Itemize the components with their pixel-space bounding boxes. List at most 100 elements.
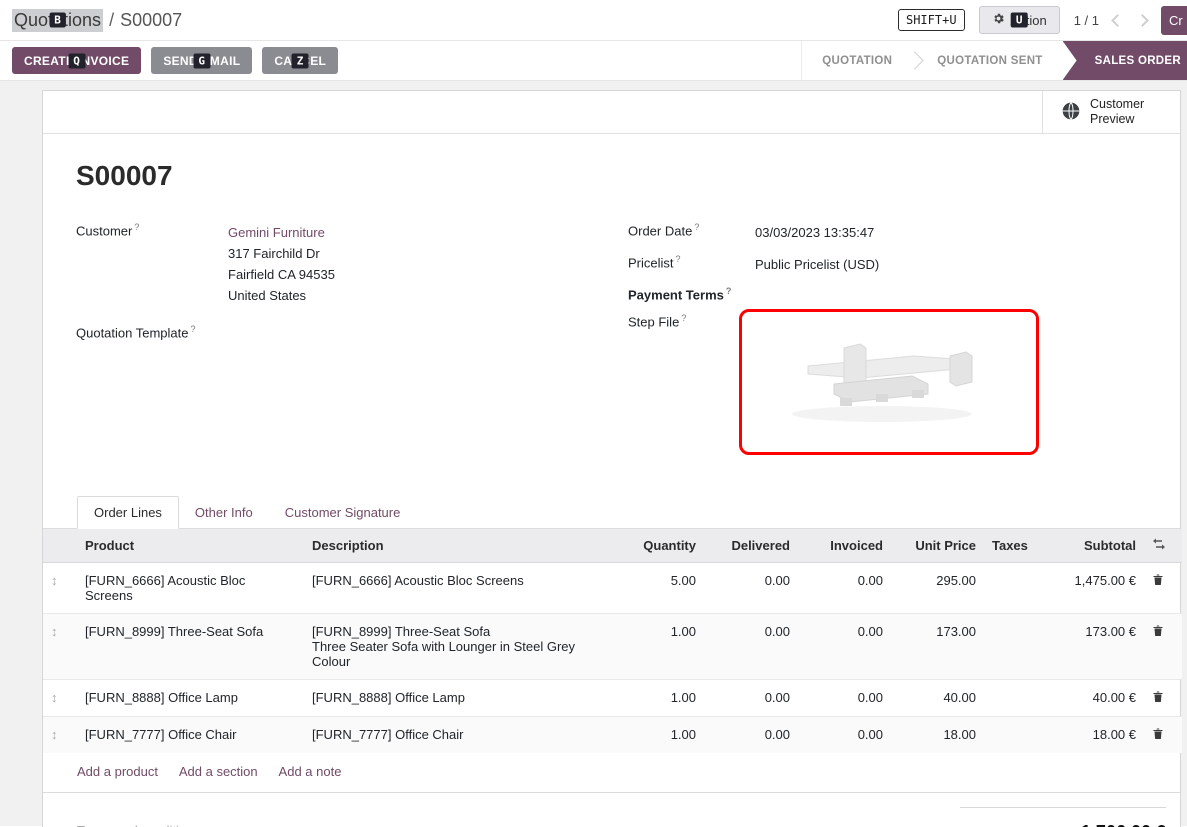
table-row[interactable]: ↕ [FURN_8888] Office Lamp [FURN_8888] Of… — [43, 680, 1182, 717]
step-file-3d-render — [764, 332, 1014, 432]
sale-order-sheet: Customer Preview S00007 Customer? Gemini… — [42, 90, 1181, 827]
cell-unit-price[interactable]: 40.00 — [891, 680, 984, 717]
delete-row-icon[interactable] — [1152, 624, 1164, 640]
cell-description[interactable]: [FURN_8999] Three-Seat Sofa Three Seater… — [304, 614, 612, 680]
cell-delivered[interactable]: 0.00 — [704, 563, 798, 614]
step-file-label: Step File? — [628, 313, 755, 329]
cell-taxes[interactable] — [984, 563, 1042, 614]
add-a-product-link[interactable]: Add a product — [77, 764, 158, 779]
stage-sales-order[interactable]: SALES ORDER — [1063, 41, 1187, 80]
step-file-image[interactable] — [739, 309, 1039, 455]
cell-unit-price[interactable]: 18.00 — [891, 717, 984, 754]
pager-previous-icon[interactable] — [1111, 14, 1124, 27]
action-menu-button[interactable]: Action U — [979, 6, 1060, 34]
field-step-file: Step File? — [628, 313, 1140, 455]
stage-quotation-sent[interactable]: QUOTATION SENT — [917, 41, 1062, 80]
table-row[interactable]: ↕ [FURN_8999] Three-Seat Sofa [FURN_8999… — [43, 614, 1182, 680]
cell-quantity[interactable]: 1.00 — [612, 614, 704, 680]
customer-name-link[interactable]: Gemini Furniture — [228, 222, 335, 243]
order-lines-table: Product Description Quantity Delivered I… — [43, 529, 1182, 753]
cell-invoiced[interactable]: 0.00 — [798, 717, 891, 754]
drag-handle-icon[interactable]: ↕ — [51, 690, 58, 705]
drag-handle-icon[interactable]: ↕ — [51, 573, 58, 588]
hotkey-badge-send-email: G — [193, 53, 210, 68]
header-description[interactable]: Description — [304, 529, 612, 563]
table-row[interactable]: ↕ [FURN_6666] Acoustic Bloc Screens [FUR… — [43, 563, 1182, 614]
statusbar: QUOTATION QUOTATION SENT SALES ORDER — [801, 41, 1187, 80]
drag-handle-icon[interactable]: ↕ — [51, 727, 58, 742]
customer-label: Customer? — [76, 222, 228, 238]
cell-description[interactable]: [FURN_8888] Office Lamp — [304, 680, 612, 717]
breadcrumb: Quotations B / S00007 — [12, 9, 182, 32]
add-a-section-link[interactable]: Add a section — [179, 764, 258, 779]
cell-delivered[interactable]: 0.00 — [704, 614, 798, 680]
cell-description[interactable]: [FURN_7777] Office Chair — [304, 717, 612, 754]
cell-taxes[interactable] — [984, 680, 1042, 717]
hotkey-badge-action: U — [1011, 13, 1028, 28]
cell-description[interactable]: [FURN_6666] Acoustic Bloc Screens — [304, 563, 612, 614]
help-icon: ? — [191, 324, 196, 334]
corner-button[interactable]: Cr — [1161, 6, 1187, 35]
header-delivered[interactable]: Delivered — [704, 529, 798, 563]
tab-other-info[interactable]: Other Info — [179, 497, 269, 528]
delete-row-icon[interactable] — [1152, 690, 1164, 706]
header-product[interactable]: Product — [77, 529, 304, 563]
pager-next-icon[interactable] — [1136, 14, 1149, 27]
header-handle — [43, 529, 77, 563]
cell-product[interactable]: [FURN_6666] Acoustic Bloc Screens — [77, 563, 304, 614]
cell-unit-price[interactable]: 173.00 — [891, 614, 984, 680]
cell-quantity[interactable]: 1.00 — [612, 717, 704, 754]
header-unit-price[interactable]: Unit Price — [891, 529, 984, 563]
drag-handle-icon[interactable]: ↕ — [51, 624, 58, 639]
table-add-links: Add a product Add a section Add a note — [43, 753, 1180, 793]
stage-quotation[interactable]: QUOTATION — [802, 41, 912, 80]
delete-row-icon[interactable] — [1152, 727, 1164, 743]
cell-taxes[interactable] — [984, 614, 1042, 680]
cell-subtotal: 18.00 € — [1042, 717, 1144, 754]
cell-quantity[interactable]: 1.00 — [612, 680, 704, 717]
cell-invoiced[interactable]: 0.00 — [798, 614, 891, 680]
table-row[interactable]: ↕ [FURN_7777] Office Chair [FURN_7777] O… — [43, 717, 1182, 754]
terms-and-conditions-input[interactable]: Terms and conditions... — [77, 807, 211, 827]
header-taxes[interactable]: Taxes — [984, 529, 1042, 563]
cell-unit-price[interactable]: 295.00 — [891, 563, 984, 614]
field-quotation-template: Quotation Template? — [76, 324, 608, 340]
total-value: 1,706.00 € — [1081, 822, 1166, 827]
order-date-value[interactable]: 03/03/2023 13:35:47 — [755, 222, 874, 243]
cell-delivered[interactable]: 0.00 — [704, 717, 798, 754]
breadcrumb-quotations-link[interactable]: Quotations B — [12, 9, 103, 32]
tab-order-lines[interactable]: Order Lines — [77, 496, 179, 529]
delete-row-icon[interactable] — [1152, 573, 1164, 589]
notebook-tabs: Order Lines Other Info Customer Signatur… — [43, 496, 1180, 529]
order-date-label: Order Date? — [628, 222, 755, 238]
send-email-button[interactable]: SEND EMAIL G — [151, 47, 252, 74]
total-block: Total: 1,706.00 € — [960, 807, 1166, 827]
cell-product[interactable]: [FURN_8888] Office Lamp — [77, 680, 304, 717]
quotation-template-label: Quotation Template? — [76, 324, 228, 340]
header-quantity[interactable]: Quantity — [612, 529, 704, 563]
header-optional-columns — [1144, 529, 1182, 563]
optional-columns-icon[interactable] — [1152, 538, 1166, 553]
cancel-button[interactable]: CANCEL Z — [262, 47, 338, 74]
cell-product[interactable]: [FURN_7777] Office Chair — [77, 717, 304, 754]
breadcrumb-separator: / — [109, 10, 114, 31]
cell-delivered[interactable]: 0.00 — [704, 680, 798, 717]
help-icon: ? — [694, 222, 699, 232]
globe-icon — [1061, 101, 1081, 124]
tab-customer-signature[interactable]: Customer Signature — [269, 497, 417, 528]
header-subtotal[interactable]: Subtotal — [1042, 529, 1144, 563]
customer-preview-button[interactable]: Customer Preview — [1042, 91, 1180, 133]
customer-address-line2: Fairfield CA 94535 — [228, 264, 335, 285]
fields-left-column: Customer? Gemini Furniture 317 Fairchild… — [76, 222, 608, 466]
cell-invoiced[interactable]: 0.00 — [798, 680, 891, 717]
field-pricelist: Pricelist? Public Pricelist (USD) — [628, 254, 1140, 275]
cell-quantity[interactable]: 5.00 — [612, 563, 704, 614]
field-customer: Customer? Gemini Furniture 317 Fairchild… — [76, 222, 608, 306]
pricelist-value[interactable]: Public Pricelist (USD) — [755, 254, 879, 275]
create-invoice-button[interactable]: CREATE INVOICE Q — [12, 47, 141, 74]
cell-product[interactable]: [FURN_8999] Three-Seat Sofa — [77, 614, 304, 680]
cell-invoiced[interactable]: 0.00 — [798, 563, 891, 614]
header-invoiced[interactable]: Invoiced — [798, 529, 891, 563]
add-a-note-link[interactable]: Add a note — [279, 764, 342, 779]
cell-taxes[interactable] — [984, 717, 1042, 754]
